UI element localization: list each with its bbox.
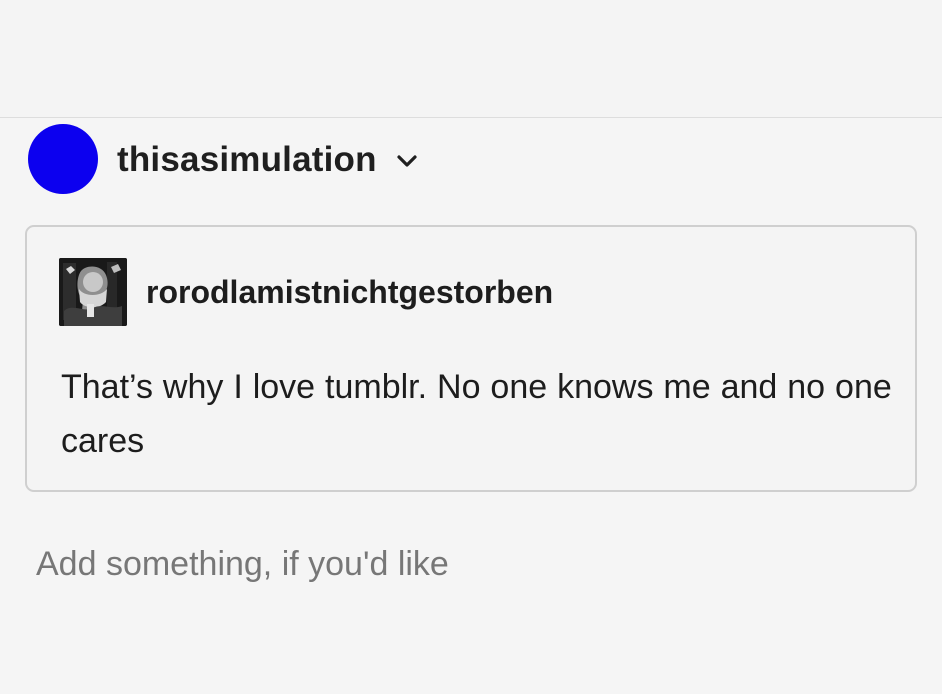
quoted-user-avatar [59,258,127,326]
blog-avatar[interactable] [28,124,98,194]
quoted-username[interactable]: rorodlamistnichtgestorben [146,276,553,308]
top-area [0,0,942,117]
blog-name[interactable]: thisasimulation [117,142,377,177]
quoted-post-header: rorodlamistnichtgestorben [59,258,553,326]
quoted-post-text: That’s why I love tumblr. No one knows m… [61,368,892,460]
chevron-down-icon[interactable] [395,149,419,173]
quoted-post-card: rorodlamistnichtgestorben That’s why I l… [25,225,917,492]
blog-selector[interactable]: thisasimulation [28,124,419,194]
reblog-composer: thisasimulation rorodlamistnichtgestorbe… [0,118,942,694]
add-comment-input[interactable] [36,539,886,589]
